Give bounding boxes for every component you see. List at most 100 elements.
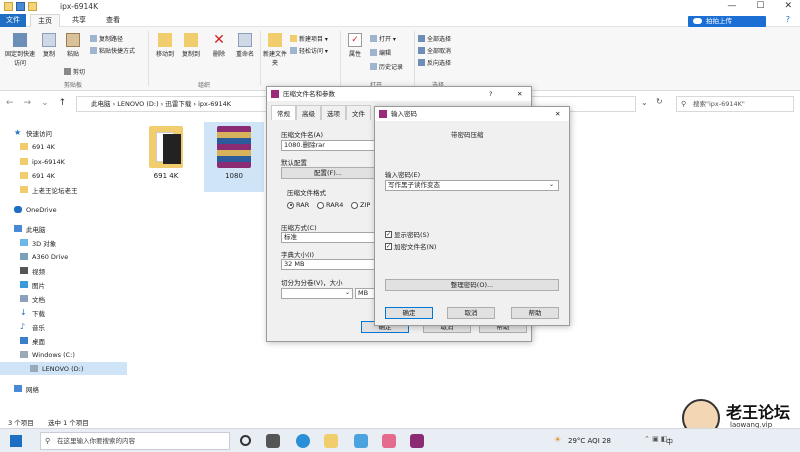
close-icon[interactable]: ✕	[517, 87, 522, 101]
split-unit-select[interactable]: MB	[355, 288, 375, 299]
pin-button[interactable]: 固定到快速访问	[4, 33, 36, 67]
show-password-checkbox[interactable]: ✓ 显示密码(S)	[385, 229, 429, 239]
move-to-button[interactable]: 移动到	[152, 33, 178, 58]
split-size-input[interactable]	[281, 288, 353, 299]
nav-pictures[interactable]: 图片	[20, 278, 45, 291]
copy-to-button[interactable]: 复制到	[178, 33, 204, 58]
password-input[interactable]: 写作黑子读作变态	[385, 180, 559, 191]
encrypt-filenames-checkbox[interactable]: ✓ 加密文件名(N)	[385, 241, 436, 251]
copy-path-button[interactable]: 复制路径	[90, 34, 123, 43]
easy-access-icon	[290, 47, 297, 54]
tab-advanced[interactable]: 高级	[296, 105, 321, 120]
nav-music[interactable]: ♪ 音乐	[20, 320, 45, 333]
tab-view[interactable]: 查看	[98, 14, 128, 27]
nav-drive-c[interactable]: Windows (C:)	[20, 348, 75, 361]
format-rar4-radio[interactable]: RAR4	[317, 201, 343, 209]
up-arrow-icon[interactable]: ↑	[59, 98, 67, 108]
breadcrumb[interactable]: 此电脑 › LENOVO (D:) › 迅雷下载 › ipx-6914K	[91, 100, 231, 108]
filename-input[interactable]: 1080.删除rar	[281, 140, 375, 151]
edit-button[interactable]: 编辑	[370, 48, 391, 57]
rename-button[interactable]: 重命名	[232, 33, 258, 58]
nav-item-laowang[interactable]: 上老王论坛老王	[20, 183, 78, 196]
copy-button[interactable]: 复制	[36, 33, 62, 58]
format-zip-radio[interactable]: ZIP	[351, 201, 370, 209]
easy-access-button[interactable]: 轻松访问 ▾	[290, 46, 328, 55]
maximize-button[interactable]: ☐	[756, 1, 764, 11]
tab-home[interactable]: 主页	[30, 14, 60, 27]
help-icon[interactable]: ?	[489, 87, 492, 101]
winrar-icon[interactable]	[410, 434, 424, 448]
cortana-icon[interactable]	[240, 435, 251, 446]
profiles-button[interactable]: 配置(F)...	[281, 167, 375, 179]
new-folder-icon[interactable]	[28, 2, 37, 11]
nav-this-pc[interactable]: 此电脑	[14, 222, 46, 235]
close-button[interactable]: ✕	[784, 1, 792, 11]
minimize-button[interactable]: —	[727, 1, 736, 11]
nav-item-ipx-6914k[interactable]: ipx-6914K	[20, 155, 65, 168]
tray-icons[interactable]: ⌃ ▣ ◧	[644, 435, 668, 443]
history-button[interactable]: 历史记录	[370, 62, 403, 71]
nav-documents[interactable]: 文档	[20, 292, 45, 305]
file-item[interactable]: 1080	[204, 122, 264, 192]
address-dropdown-icon[interactable]: ⌄	[641, 98, 648, 107]
file-item[interactable]: 691 4K	[136, 122, 196, 192]
windows-start-icon[interactable]	[10, 435, 22, 447]
nav-desktop[interactable]: 桌面	[20, 334, 45, 347]
edge-icon[interactable]	[296, 434, 310, 448]
nav-quick-access[interactable]: ★ 快速访问	[14, 126, 52, 139]
ok-button[interactable]: 确定	[385, 307, 433, 319]
app-icon[interactable]	[354, 434, 368, 448]
nav-a360-drive[interactable]: A360 Drive	[20, 250, 68, 263]
properties-button[interactable]: ✓ 属性	[342, 33, 368, 58]
tab-share[interactable]: 共享	[64, 14, 94, 27]
tab-files[interactable]: 文件	[346, 105, 371, 120]
help-icon[interactable]: ?	[786, 15, 790, 24]
upload-button[interactable]: 拍拍上传	[688, 16, 766, 27]
cancel-button[interactable]: 取消	[447, 307, 495, 319]
weather-icon[interactable]: ☀	[554, 435, 561, 444]
nav-item-691-4k-2[interactable]: 691 4K	[20, 169, 55, 182]
delete-button[interactable]: ✕ 删除	[206, 33, 232, 58]
app-icon[interactable]	[382, 434, 396, 448]
nav-3d-objects[interactable]: 3D 对象	[20, 236, 56, 249]
help-button[interactable]: 帮助	[511, 307, 559, 319]
select-all-button[interactable]: 全部选择	[418, 34, 451, 43]
chevron-down-icon[interactable]: ⌄	[41, 98, 49, 108]
nav-onedrive[interactable]: OneDrive	[14, 203, 57, 216]
refresh-icon[interactable]: ↻	[656, 97, 663, 106]
folder-icon[interactable]	[4, 2, 13, 11]
task-view-icon[interactable]	[266, 434, 280, 448]
forward-arrow-icon[interactable]: →	[24, 98, 32, 108]
new-folder-button[interactable]: 新建文件夹	[262, 33, 288, 67]
select-none-button[interactable]: 全部取消	[418, 46, 451, 55]
taskbar-search-input[interactable]: ⚲ 在这里输入你要搜索的内容	[40, 432, 230, 450]
nav-videos[interactable]: 视频	[20, 264, 45, 277]
chevron-down-icon[interactable]: ⌄	[345, 289, 350, 296]
cut-button[interactable]: 剪切	[64, 67, 85, 76]
tab-file[interactable]: 文件	[0, 14, 26, 27]
close-icon[interactable]: ✕	[555, 107, 560, 121]
format-rar-radio[interactable]: RAR	[287, 201, 309, 209]
weather-text[interactable]: 29°C AQI 28	[568, 437, 611, 445]
paste-button[interactable]: 粘贴	[60, 33, 86, 58]
rename-label: 重命名	[235, 51, 254, 58]
dictionary-select[interactable]: 32 MB	[281, 259, 375, 270]
new-item-button[interactable]: 新建项目 ▾	[290, 34, 328, 43]
nav-network[interactable]: 网络	[14, 382, 39, 395]
file-explorer-icon[interactable]	[324, 434, 338, 448]
open-button[interactable]: 打开 ▾	[370, 34, 396, 43]
back-arrow-icon[interactable]: ←	[6, 98, 14, 108]
properties-icon[interactable]	[16, 2, 25, 11]
chevron-down-icon[interactable]: ⌄	[549, 181, 554, 188]
nav-item-691-4k[interactable]: 691 4K	[20, 140, 55, 153]
method-select[interactable]: 标准	[281, 232, 375, 243]
invert-selection-button[interactable]: 反向选择	[418, 58, 451, 67]
nav-downloads[interactable]: ↓ 下载	[20, 306, 45, 319]
organize-passwords-button[interactable]: 整理密码(O)...	[385, 279, 559, 291]
nav-drive-d[interactable]: LENOVO (D:)	[0, 362, 127, 375]
paste-shortcut-button[interactable]: 粘贴快捷方式	[90, 46, 135, 55]
search-input[interactable]: ⚲ 搜索"ipx-6914K"	[676, 96, 794, 112]
ime-indicator[interactable]: 中	[666, 437, 673, 447]
tab-general[interactable]: 常规	[271, 105, 296, 120]
tab-options[interactable]: 选项	[321, 105, 346, 120]
